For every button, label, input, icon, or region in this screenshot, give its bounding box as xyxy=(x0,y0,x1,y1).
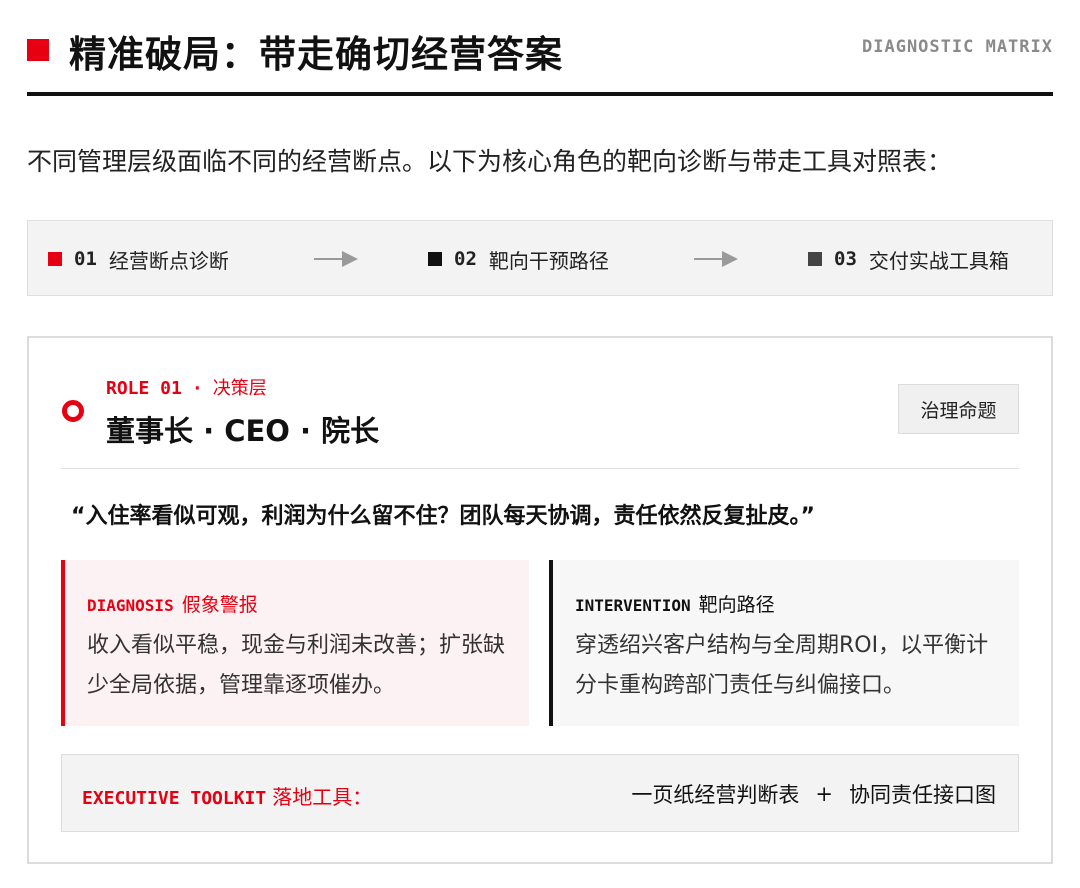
diagnosis-title-cn: 假象警报 xyxy=(181,594,258,616)
role-code: ROLE 01 xyxy=(106,378,182,399)
toolkit-label: EXECUTIVE TOOLKIT 落地工具： xyxy=(82,781,372,810)
step-2-marker-icon xyxy=(428,252,442,266)
role-level: 决策层 xyxy=(212,378,267,399)
toolkit-item-2: 协同责任接口图 xyxy=(849,783,996,807)
intervention-title-en: INTERVENTION xyxy=(575,596,691,615)
process-steps-bar: 01 经营断点诊断 02 靶向干预路径 03 交付实战工具箱 xyxy=(27,220,1053,296)
step-1: 01 经营断点诊断 xyxy=(48,245,229,273)
toolkit-bar: EXECUTIVE TOOLKIT 落地工具： 一页纸经营判断表 + 协同责任接口… xyxy=(61,754,1019,832)
diagnosis-title-en: DIAGNOSIS xyxy=(87,596,174,615)
plus-icon: + xyxy=(815,782,833,806)
step-3: 03 交付实战工具箱 xyxy=(808,245,1009,273)
toolkit-items: 一页纸经营判断表 + 协同责任接口图 xyxy=(631,779,996,809)
step-1-marker-icon xyxy=(48,252,62,266)
arrow-right-icon xyxy=(694,251,738,267)
toolkit-label-cn: 落地工具： xyxy=(272,785,373,809)
arrow-right-icon xyxy=(314,251,358,267)
step-2: 02 靶向干预路径 xyxy=(428,245,609,273)
step-3-marker-icon xyxy=(808,252,822,266)
pain-point-quote: “入住率看似可观，利润为什么留不住？团队每天协调，责任依然反复扯皮。” xyxy=(71,504,815,529)
role-card: ROLE 01 · 决策层 董事长 · CEO · 院长 治理命题 “入住率看似可观… xyxy=(27,336,1053,864)
intervention-title: INTERVENTION 靶向路径 xyxy=(575,590,775,617)
role-kicker-separator: · xyxy=(191,378,203,399)
step-1-label: 经营断点诊断 xyxy=(108,248,229,273)
step-3-label: 交付实战工具箱 xyxy=(868,248,1009,273)
page-header: 精准破局：带走确切经营答案 DIAGNOSTIC MATRIX xyxy=(27,22,1053,96)
target-ring-icon xyxy=(62,400,84,422)
diagnosis-title: DIAGNOSIS 假象警报 xyxy=(87,590,258,617)
header-accent-square xyxy=(27,39,49,61)
diagnosis-body: 收入看似平稳，现金与利润未改善；扩张缺少全局依据，管理靠逐项催办。 xyxy=(87,633,506,698)
step-2-number: 02 xyxy=(454,248,477,270)
divider xyxy=(61,468,1019,469)
toolkit-label-en: EXECUTIVE TOOLKIT xyxy=(82,788,267,809)
diagnosis-panel: DIAGNOSIS 假象警报 收入看似平稳，现金与利润未改善；扩张缺少全局依据，管… xyxy=(61,560,529,726)
role-badge: 治理命题 xyxy=(898,384,1019,434)
intervention-panel: INTERVENTION 靶向路径 穿透绍兴客户结构与全周期ROI，以平衡计分卡重… xyxy=(549,560,1019,726)
toolkit-item-1: 一页纸经营判断表 xyxy=(631,783,800,807)
role-kicker: ROLE 01 · 决策层 xyxy=(106,374,267,400)
role-title: 董事长 · CEO · 院长 xyxy=(106,414,380,448)
intervention-title-cn: 靶向路径 xyxy=(698,594,775,616)
page-title: 精准破局：带走确切经营答案 xyxy=(69,33,563,76)
header-tag: DIAGNOSTIC MATRIX xyxy=(862,37,1053,57)
intro-text: 不同管理层级面临不同的经营断点。以下为核心角色的靶向诊断与带走工具对照表： xyxy=(27,147,953,176)
step-2-label: 靶向干预路径 xyxy=(488,248,609,273)
step-1-number: 01 xyxy=(74,248,97,270)
intervention-body: 穿透绍兴客户结构与全周期ROI，以平衡计分卡重构跨部门责任与纠偏接口。 xyxy=(575,633,989,698)
step-3-number: 03 xyxy=(834,248,857,270)
